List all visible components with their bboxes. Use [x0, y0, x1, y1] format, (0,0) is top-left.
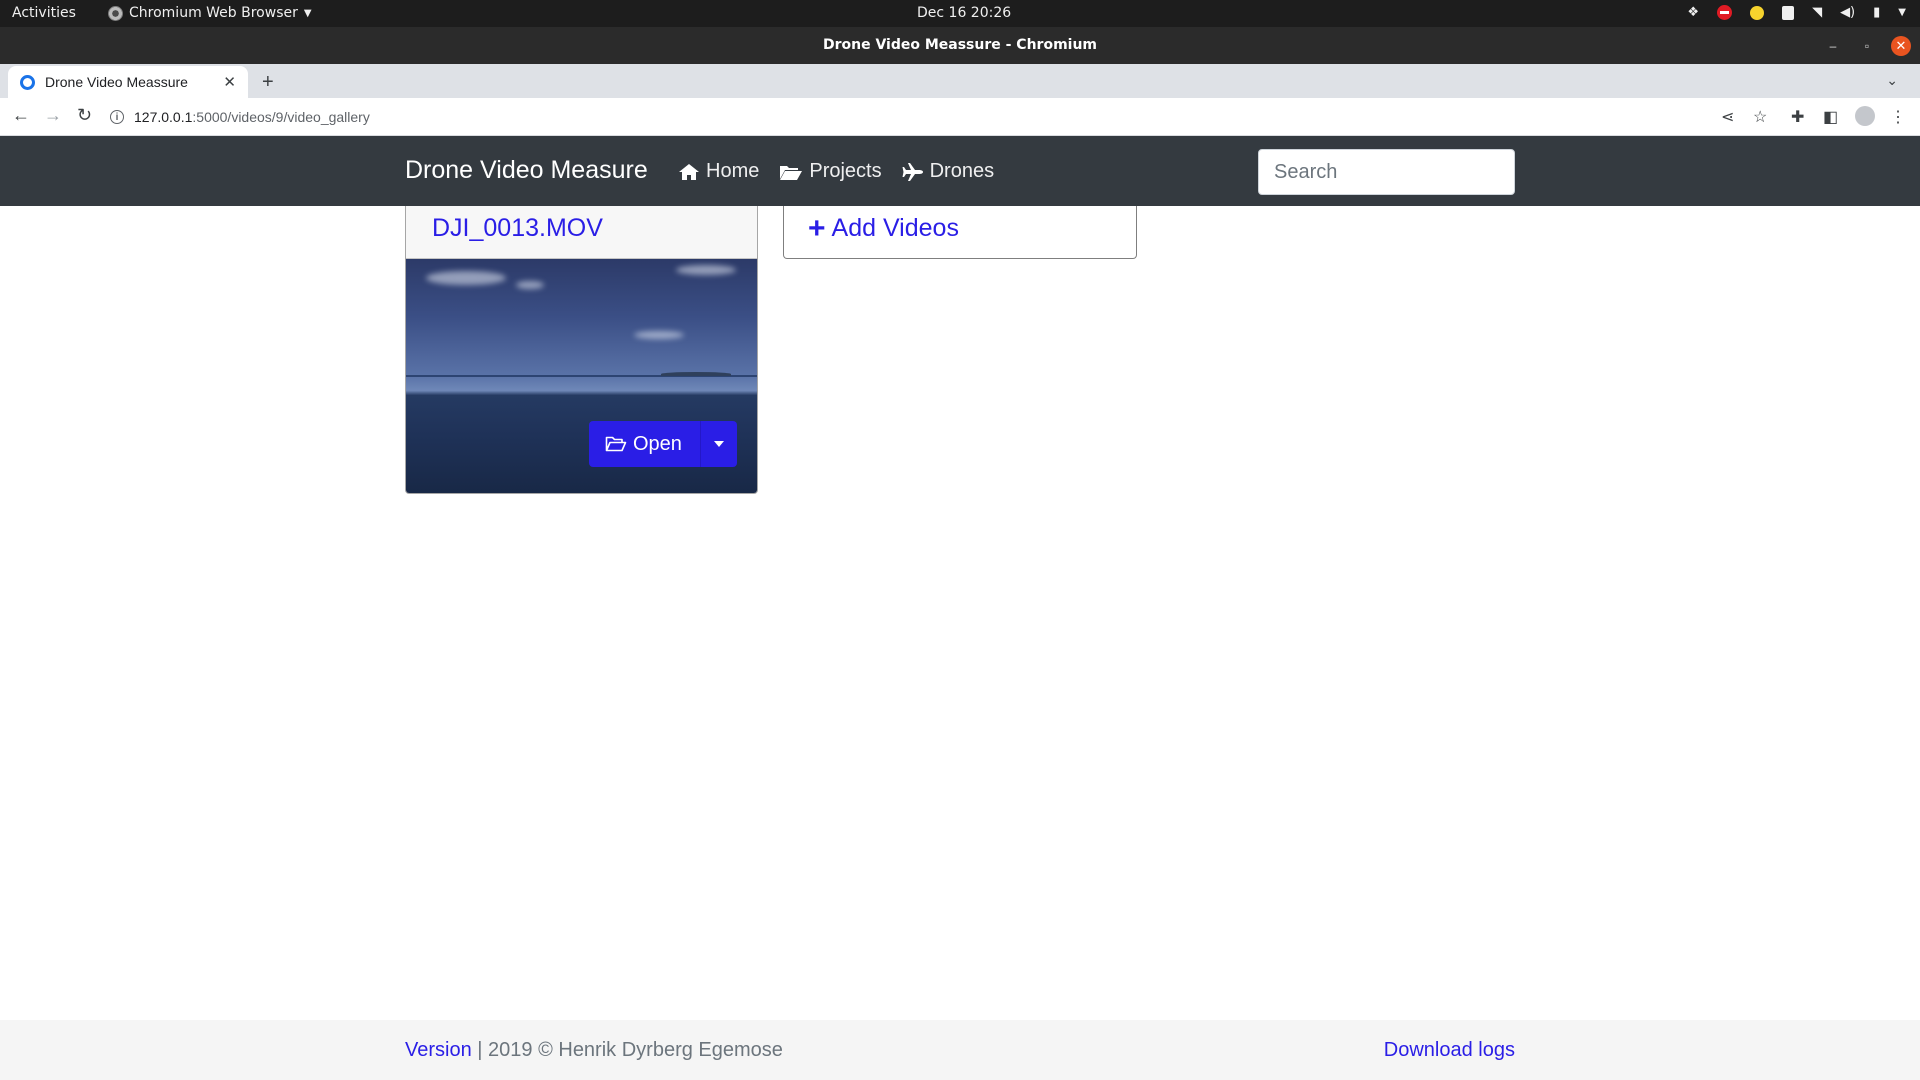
system-tray[interactable]: ❖ ◥ ◀) ▮ ▼: [1687, 5, 1906, 20]
video-thumbnail: Open: [406, 259, 757, 493]
video-card-header: DJI_0013.MOV: [406, 206, 757, 259]
dropbox-icon[interactable]: ❖: [1687, 5, 1699, 20]
tab-strip: Drone Video Meassure ✕ + ⌄: [0, 64, 1920, 98]
version-link[interactable]: Version: [405, 1039, 472, 1061]
extensions-icon[interactable]: ✚: [1791, 107, 1804, 127]
open-button[interactable]: Open: [589, 421, 700, 467]
system-top-bar: Activities Chromium Web Browser ▼ Dec 16…: [0, 0, 1920, 27]
nav-home-label: Home: [706, 160, 760, 182]
plus-icon: +: [808, 212, 826, 245]
update-notice-icon[interactable]: [1750, 5, 1765, 20]
wifi-icon[interactable]: ◥: [1812, 5, 1822, 20]
copyright-text: | 2019 © Henrik Dyrberg Egemose: [471, 1039, 783, 1061]
share-icon[interactable]: ⋖: [1721, 107, 1734, 127]
do-not-disturb-icon[interactable]: [1717, 5, 1733, 20]
open-button-label: Open: [633, 432, 682, 455]
notes-icon[interactable]: [1782, 5, 1795, 20]
address-bar[interactable]: i 127.0.0.1 :5000/videos/9/video_gallery: [110, 102, 1710, 132]
clock[interactable]: Dec 16 20:26: [917, 5, 1011, 21]
bookmark-star-icon[interactable]: ☆: [1753, 107, 1767, 127]
browser-tab[interactable]: Drone Video Meassure ✕: [8, 66, 248, 98]
back-icon[interactable]: ←: [12, 105, 30, 126]
nav-projects[interactable]: Projects: [779, 160, 882, 183]
volume-icon[interactable]: ◀): [1840, 5, 1855, 20]
info-icon[interactable]: i: [110, 110, 124, 124]
plane-icon: [902, 162, 923, 181]
chevron-down-icon[interactable]: ▼: [1898, 7, 1906, 18]
open-button-group: Open: [589, 421, 737, 467]
footer-right: Download logs: [1384, 1039, 1515, 1062]
download-logs-link[interactable]: Download logs: [1384, 1039, 1515, 1061]
footer-copyright: Version | 2019 © Henrik Dyrberg Egemose: [405, 1039, 783, 1062]
home-icon: [679, 163, 699, 180]
add-videos-label: Add Videos: [831, 214, 959, 242]
open-dropdown-toggle[interactable]: [699, 421, 737, 467]
app-menu-label: Chromium Web Browser: [129, 5, 298, 21]
tab-search-icon[interactable]: ⌄: [1886, 72, 1898, 89]
chromium-icon: [108, 5, 123, 21]
folder-open-icon: [780, 165, 803, 180]
new-tab-icon[interactable]: +: [262, 71, 274, 94]
minimize-icon[interactable]: –: [1823, 36, 1843, 56]
side-panel-icon[interactable]: ◧: [1823, 107, 1838, 127]
activities-button[interactable]: Activities: [12, 5, 76, 21]
nav-drones-label: Drones: [929, 160, 995, 182]
profile-avatar[interactable]: [1855, 106, 1875, 131]
battery-icon[interactable]: ▮: [1873, 5, 1880, 20]
more-menu-icon[interactable]: ⋮: [1890, 107, 1906, 127]
search-input[interactable]: [1258, 149, 1515, 195]
brand-link[interactable]: Drone Video Measure: [405, 156, 648, 185]
app-navbar: Drone Video Measure Home Projects Drones: [0, 136, 1920, 206]
close-icon[interactable]: ✕: [1891, 36, 1911, 56]
close-tab-icon[interactable]: ✕: [223, 73, 236, 91]
video-card: DJI_0013.MOV Open: [405, 206, 758, 494]
nav-links: Home Projects Drones: [678, 160, 994, 183]
caret-down-icon: [713, 441, 724, 447]
url-path: :5000/videos/9/video_gallery: [192, 109, 370, 125]
reload-icon[interactable]: ↻: [77, 105, 92, 126]
tab-title: Drone Video Meassure: [45, 74, 188, 90]
folder-open-icon: [605, 436, 627, 452]
window-title-bar: Drone Video Meassure - Chromium – ▫ ✕: [0, 27, 1920, 64]
maximize-icon[interactable]: ▫: [1857, 36, 1877, 56]
forward-icon[interactable]: →: [44, 105, 62, 126]
url-host: 127.0.0.1: [134, 109, 193, 125]
app-menu[interactable]: Chromium Web Browser ▼: [108, 5, 312, 21]
window-title: Drone Video Meassure - Chromium: [822, 37, 1098, 53]
favicon-icon: [20, 74, 35, 90]
add-videos-link[interactable]: + Add Videos: [808, 212, 1136, 245]
nav-projects-label: Projects: [809, 160, 882, 182]
nav-home[interactable]: Home: [678, 160, 759, 183]
footer: Version | 2019 © Henrik Dyrberg Egemose …: [0, 1020, 1920, 1080]
nav-drones[interactable]: Drones: [902, 160, 994, 183]
video-title-link[interactable]: DJI_0013.MOV: [432, 214, 603, 242]
browser-toolbar: ← → ↻ i 127.0.0.1 :5000/videos/9/video_g…: [0, 98, 1920, 136]
chevron-down-icon: ▼: [303, 7, 312, 19]
add-videos-card: + Add Videos: [783, 206, 1137, 259]
